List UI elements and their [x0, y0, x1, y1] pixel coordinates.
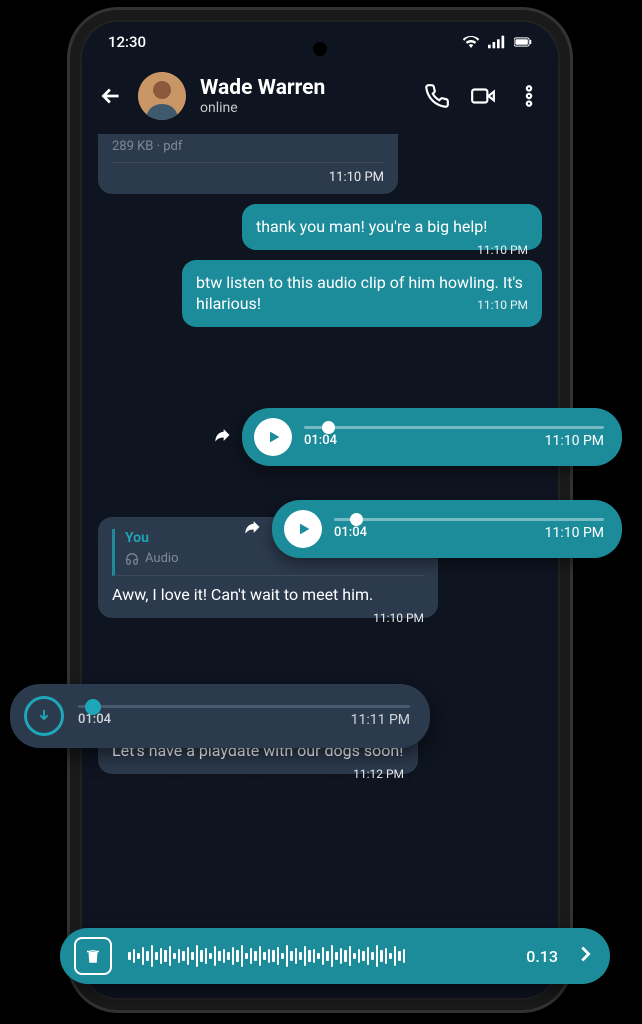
- forward-icon[interactable]: [242, 517, 262, 541]
- file-meta: 289 KB · pdf: [112, 138, 384, 163]
- avatar[interactable]: [138, 72, 186, 120]
- track-thumb[interactable]: [322, 421, 335, 434]
- audio-track[interactable]: 01:04 11:10 PM: [334, 518, 604, 541]
- audio-time: 11:10 PM: [545, 433, 604, 449]
- message-time: 11:10 PM: [122, 169, 384, 187]
- signal-icon: [488, 35, 506, 49]
- message-text: btw listen to this audio clip of him how…: [196, 273, 523, 314]
- audio-track[interactable]: 01:04 11:10 PM: [304, 426, 604, 449]
- contact-status: online: [200, 100, 410, 116]
- play-button[interactable]: [284, 510, 322, 548]
- audio-duration: 01:04: [334, 525, 367, 541]
- download-button[interactable]: [24, 696, 64, 736]
- call-icon[interactable]: [424, 83, 450, 109]
- recording-time: 0.13: [526, 947, 558, 966]
- audio-bubble[interactable]: 01:04 11:10 PM: [242, 408, 622, 466]
- audio-bubble[interactable]: 01:04 11:10 PM: [272, 500, 622, 558]
- message-time: 11:10 PM: [477, 242, 528, 258]
- wifi-icon: [462, 35, 480, 49]
- forward-icon[interactable]: [212, 425, 232, 449]
- headphones-icon: [125, 552, 139, 566]
- message-time: 11:12 PM: [353, 766, 404, 782]
- chat-header: Wade Warren online: [80, 64, 560, 134]
- status-icons: [462, 35, 532, 49]
- camera-notch: [313, 42, 327, 56]
- incoming-audio-bubble[interactable]: 01:04 11:11 PM: [10, 684, 430, 748]
- header-actions: [424, 83, 542, 109]
- audio-message-row: 01:04 11:10 PM: [242, 500, 622, 558]
- message-out[interactable]: thank you man! you're a big help! 11:10 …: [242, 204, 542, 250]
- message-text: Aww, I love it! Can't wait to meet him.: [112, 585, 373, 604]
- message-out[interactable]: btw listen to this audio clip of him how…: [182, 260, 542, 327]
- audio-time: 11:11 PM: [351, 712, 410, 728]
- contact-info: Wade Warren online: [200, 76, 410, 116]
- track-thumb[interactable]: [350, 513, 363, 526]
- contact-name: Wade Warren: [200, 76, 410, 100]
- message-text: thank you man! you're a big help!: [256, 217, 487, 236]
- trash-button[interactable]: [74, 937, 112, 975]
- back-arrow-icon[interactable]: [98, 83, 124, 109]
- file-message-partial[interactable]: 289 KB · pdf 11:10 PM: [98, 134, 398, 194]
- play-button[interactable]: [254, 418, 292, 456]
- audio-duration: 01:04: [304, 433, 337, 449]
- recording-bar: 0.13: [60, 928, 610, 984]
- status-time: 12:30: [108, 33, 146, 51]
- video-icon[interactable]: [470, 83, 496, 109]
- track-thumb[interactable]: [85, 699, 101, 715]
- audio-track[interactable]: 01:04 11:11 PM: [78, 705, 410, 728]
- battery-icon: [514, 35, 532, 49]
- message-time: 11:10 PM: [477, 297, 528, 313]
- audio-time: 11:10 PM: [545, 525, 604, 541]
- send-chevron-icon[interactable]: [574, 943, 596, 969]
- more-icon[interactable]: [516, 83, 542, 109]
- audio-message-row: 01:04 11:10 PM: [212, 408, 622, 466]
- waveform: [128, 941, 510, 971]
- message-time: 11:10 PM: [373, 610, 424, 626]
